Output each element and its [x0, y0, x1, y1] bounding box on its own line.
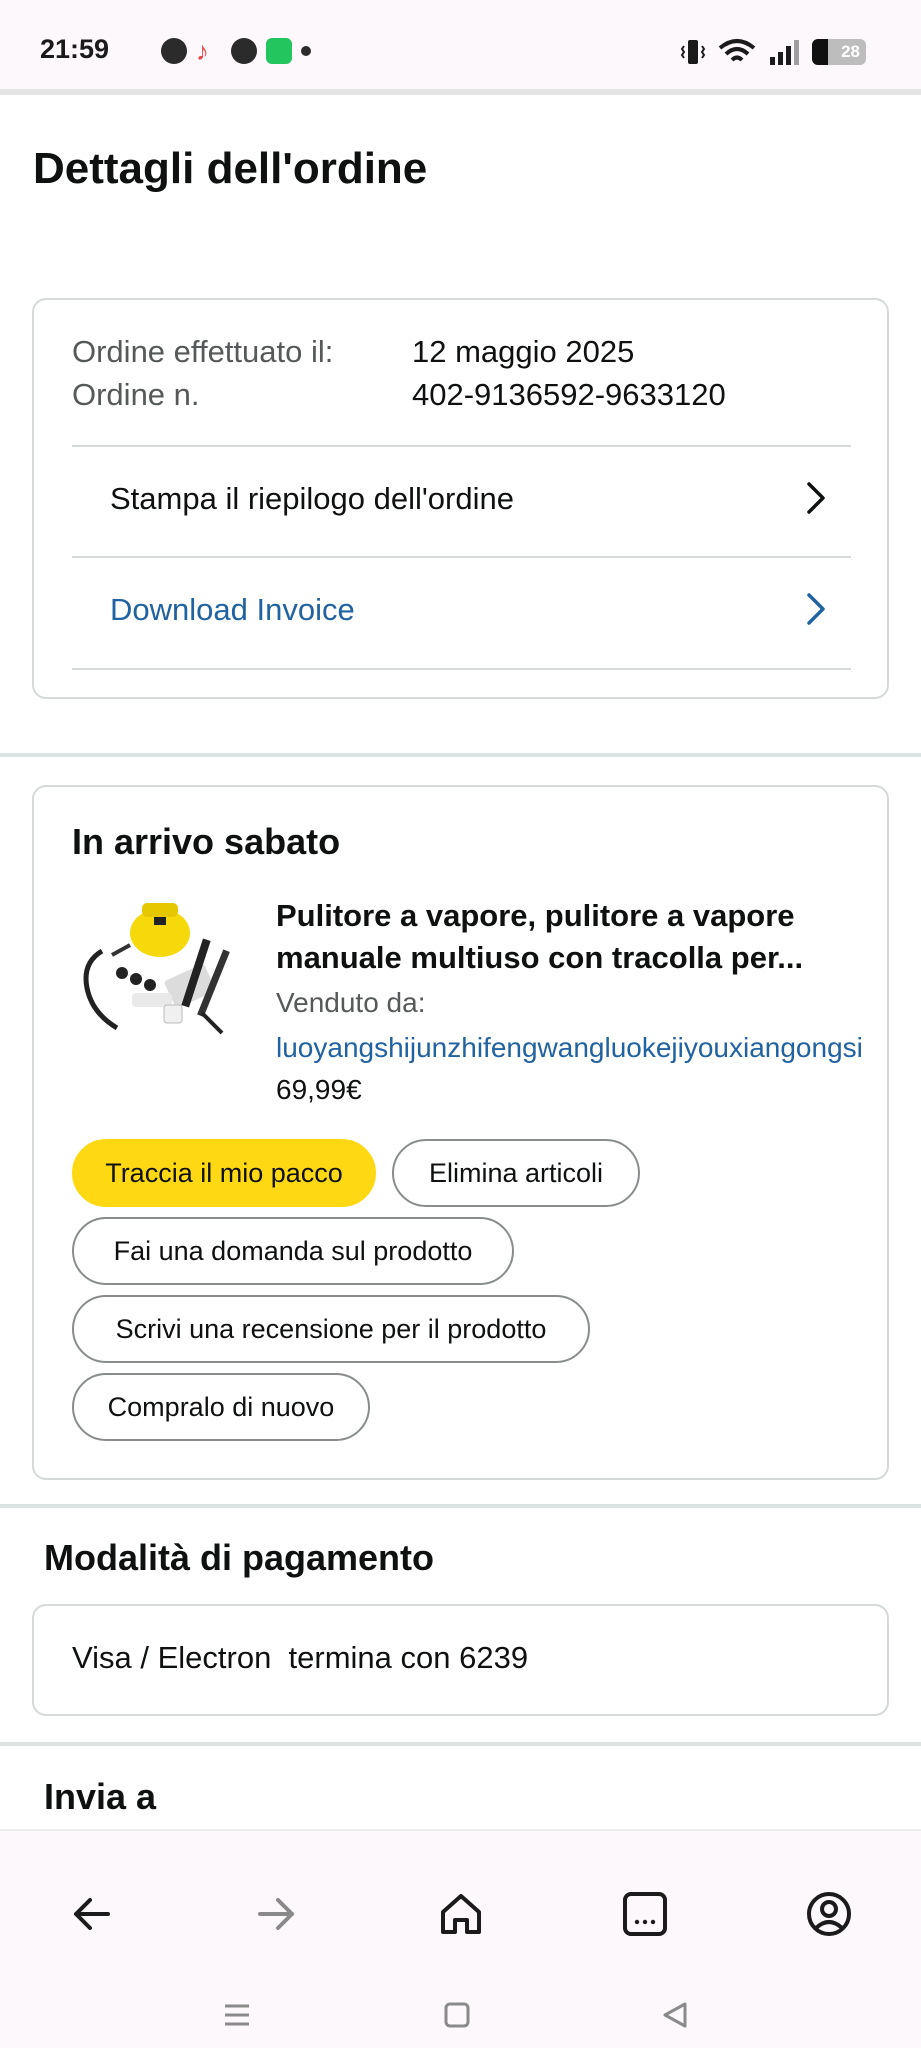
vibrate-icon [680, 40, 706, 64]
print-summary-label: Stampa il riepilogo dell'ordine [110, 481, 514, 516]
signal-icon [770, 40, 799, 65]
tabs-icon[interactable] [615, 1884, 675, 1944]
print-summary-link[interactable]: Stampa il riepilogo dell'ordine [72, 447, 851, 557]
chevron-right-icon [807, 482, 825, 514]
chevron-right-icon [807, 593, 825, 625]
status-system-icons: 28 [680, 38, 866, 66]
account-icon[interactable] [799, 1884, 859, 1944]
ask-question-button[interactable]: Fai una domanda sul prodotto [72, 1217, 514, 1285]
home-square-icon[interactable] [437, 1995, 477, 2035]
order-info-card: Ordine effettuato il: 12 maggio 2025 Ord… [32, 298, 889, 699]
order-date-value: 12 maggio 2025 [412, 334, 635, 369]
delivery-status-title: In arrivo sabato [72, 821, 341, 862]
buy-again-button[interactable]: Compralo di nuovo [72, 1373, 370, 1441]
order-number-value: 402-9136592-9633120 [412, 377, 726, 412]
section-divider [0, 1742, 921, 1746]
ship-to-title: Invia a [44, 1776, 157, 1817]
app-notification-icon [266, 38, 292, 64]
recent-apps-icon[interactable] [217, 1995, 257, 2035]
download-invoice-label: Download Invoice [110, 592, 355, 627]
write-review-button[interactable]: Scrivi una recensione per il prodotto [72, 1295, 590, 1363]
product-image[interactable] [72, 893, 238, 1043]
temu-notification-icon [124, 38, 152, 64]
payment-method-text: Visa / Electron termina con 6239 [72, 1640, 529, 1675]
status-app-icons: ♪ [124, 38, 311, 64]
product-title-link[interactable]: Pulitore a vapore, pulitore a vapore man… [276, 895, 886, 979]
section-divider [0, 753, 921, 757]
seller-link[interactable]: luoyangshijunzhifengwangluokejiyouxiango… [276, 1032, 890, 1064]
remove-items-button[interactable]: Elimina articoli [392, 1139, 640, 1207]
battery-icon: 28 [812, 39, 866, 65]
payment-method-title: Modalità di pagamento [44, 1537, 435, 1578]
payment-method-card: Visa / Electron termina con 6239 [32, 1604, 889, 1716]
order-details-page: 21:59 ♪ 28 Dettagli dell'ordine Ordine e… [0, 0, 921, 2048]
track-package-button[interactable]: Traccia il mio pacco [72, 1139, 376, 1207]
shipment-card: In arrivo sabato Pulitore a vapore, puli… [32, 785, 889, 1480]
browser-bottom-bar [0, 1829, 921, 2048]
product-price: 69,99€ [276, 1074, 362, 1105]
back-arrow-icon[interactable] [62, 1884, 122, 1944]
status-time: 21:59 [40, 34, 110, 64]
tiktok-notification-icon: ♪ [196, 36, 209, 66]
home-icon[interactable] [431, 1884, 491, 1944]
divider [72, 668, 851, 670]
forward-arrow-icon[interactable] [246, 1884, 306, 1944]
back-triangle-icon[interactable] [655, 1995, 695, 2035]
page-title: Dettagli dell'ordine [33, 144, 428, 193]
order-date-label: Ordine effettuato il: [72, 334, 334, 369]
chrome-notification-icon [231, 38, 257, 64]
section-divider [0, 1504, 921, 1508]
chat-notification-icon [161, 38, 187, 64]
order-number-label: Ordine n. [72, 377, 200, 412]
status-bar: 21:59 ♪ 28 [0, 0, 921, 95]
more-notifications-dot-icon [301, 46, 311, 56]
download-invoice-link[interactable]: Download Invoice [72, 558, 851, 668]
wifi-icon [718, 39, 756, 62]
sold-by-label: Venduto da: [276, 987, 426, 1018]
